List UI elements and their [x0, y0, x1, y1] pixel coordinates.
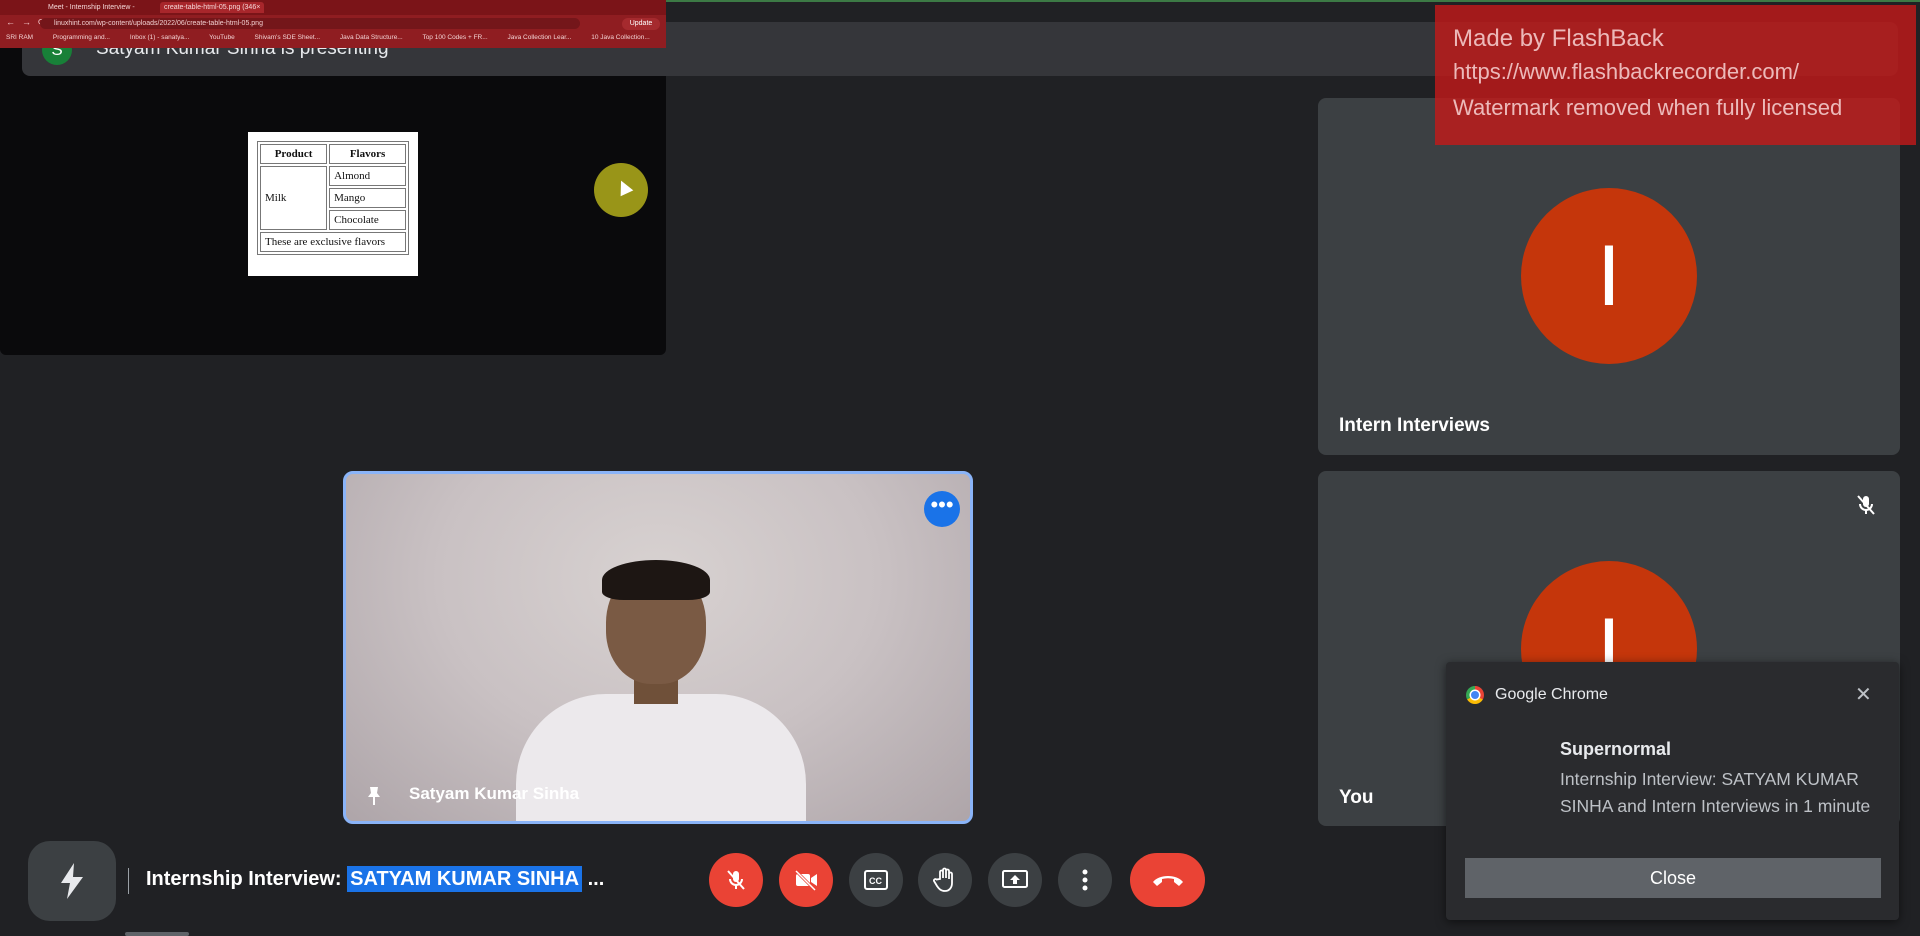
- watermark-line: Made by FlashBack: [1453, 25, 1664, 52]
- bookmark: SRI RAM: [6, 34, 34, 41]
- table-cell-flavor: Mango: [329, 188, 406, 208]
- table-cell-flavor: Almond: [329, 166, 406, 186]
- participant-name: You: [1339, 787, 1374, 808]
- divider: [128, 868, 129, 894]
- browser-update-button: Update: [622, 18, 660, 30]
- meeting-title-suffix: ...: [582, 868, 605, 890]
- bookmark: Inbox (1) - sanatya...: [129, 34, 190, 41]
- bookmark: Programming and...: [52, 34, 110, 41]
- video-person-shirt: [516, 694, 806, 821]
- bookmarks-bar: SRI RAM Programming and... Inbox (1) - s…: [6, 34, 668, 41]
- browser-tab: Meet - Internship Interview -: [48, 4, 135, 11]
- browser-tab-active: create-table-html-05.png (346×: [160, 2, 265, 13]
- mic-off-icon: [727, 870, 745, 890]
- participant-avatar: I: [1521, 188, 1697, 364]
- flavors-table: Product Flavors Milk Almond Mango Chocol…: [257, 141, 409, 255]
- browser-tab-strip: Meet - Internship Interview - create-tab…: [0, 0, 666, 15]
- video-person-hair: [602, 560, 710, 600]
- bookmark: Shivam's SDE Sheet...: [254, 34, 321, 41]
- table-footer-cell: These are exclusive flavors: [260, 232, 406, 252]
- participant-tile-intern-interviews[interactable]: I Intern Interviews: [1318, 98, 1900, 455]
- close-icon[interactable]: ✕: [1855, 682, 1872, 707]
- notification-body: Internship Interview: SATYAM KUMAR SINHA…: [1560, 769, 1871, 816]
- watermark-line: https://www.flashbackrecorder.com/: [1453, 59, 1800, 84]
- notification-app-name: Google Chrome: [1495, 686, 1608, 703]
- more-options-button[interactable]: [1058, 853, 1112, 907]
- extension-logo-icon[interactable]: [28, 841, 116, 921]
- hand-icon: [933, 867, 953, 892]
- camera-tile-presenter[interactable]: ••• Satyam Kumar Sinha: [343, 471, 973, 824]
- shared-browser-chrome: Meet - Internship Interview - create-tab…: [0, 0, 666, 48]
- meeting-title: Internship Interview: SATYAM KUMAR SINHA…: [146, 866, 605, 892]
- taskbar-indicator: [125, 932, 189, 936]
- participant-name: Intern Interviews: [1339, 415, 1490, 436]
- bookmark: 10 Java Collection...: [591, 34, 650, 41]
- meeting-title-highlight: SATYAM KUMAR SINHA: [347, 866, 583, 892]
- bookmark: YouTube: [209, 34, 235, 41]
- mic-off-icon: [1857, 495, 1875, 515]
- browser-url: linuxhint.com/wp-content/uploads/2022/06…: [40, 18, 580, 29]
- captions-icon: CC: [864, 870, 888, 890]
- table-cell-product: Milk: [260, 166, 328, 230]
- meeting-title-prefix: Internship Interview:: [146, 868, 348, 890]
- mic-toggle-button[interactable]: [709, 853, 763, 907]
- more-options-icon[interactable]: •••: [924, 491, 960, 527]
- camera-toggle-button[interactable]: [779, 853, 833, 907]
- participant-name: Satyam Kumar Sinha: [409, 784, 580, 803]
- leave-call-button[interactable]: [1130, 853, 1205, 907]
- pin-icon[interactable]: [362, 784, 386, 808]
- table-cell-flavor: Chocolate: [329, 210, 406, 230]
- watermark-line: Watermark removed when fully licensed: [1453, 95, 1843, 120]
- camera-off-icon: [794, 869, 817, 892]
- shared-html-table-image: Product Flavors Milk Almond Mango Chocol…: [248, 132, 418, 276]
- more-vert-icon: [1082, 869, 1088, 891]
- bookmark: Java Collection Lear...: [507, 34, 572, 41]
- svg-text:CC: CC: [869, 876, 882, 886]
- table-header: Product: [260, 144, 328, 164]
- hang-up-icon: [1152, 876, 1183, 886]
- present-screen-button[interactable]: [988, 853, 1042, 907]
- lightning-icon: [61, 863, 83, 899]
- chrome-notification[interactable]: Google Chrome ✕ Supernormal Internship I…: [1446, 662, 1899, 920]
- chrome-icon: [1466, 686, 1484, 704]
- flashback-watermark: Made by FlashBack https://www.flashbackr…: [1435, 5, 1916, 145]
- captions-button[interactable]: CC: [849, 853, 903, 907]
- bookmark: Java Data Structure...: [339, 34, 403, 41]
- present-screen-icon: [1002, 870, 1028, 888]
- notification-title: Supernormal: [1560, 739, 1672, 759]
- raise-hand-button[interactable]: [918, 853, 972, 907]
- bookmark: Top 100 Codes + FR...: [422, 34, 488, 41]
- table-header: Flavors: [329, 144, 406, 164]
- notification-close-button[interactable]: Close: [1465, 858, 1881, 898]
